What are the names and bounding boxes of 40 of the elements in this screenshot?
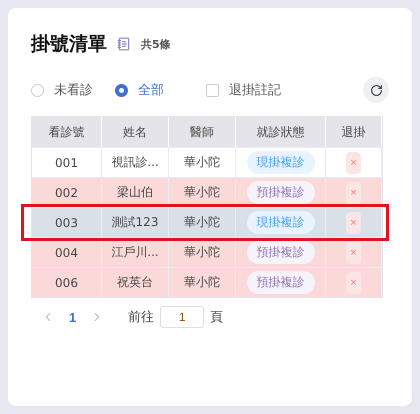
- notebook-icon: [117, 37, 131, 51]
- table-cell: 003: [32, 207, 102, 237]
- radio-icon: [31, 84, 44, 96]
- page-input[interactable]: 1: [160, 306, 204, 328]
- refresh-button[interactable]: [363, 77, 389, 103]
- column-header: 醫師: [169, 117, 236, 147]
- table-cell: 華小陀: [169, 267, 236, 297]
- status-tag: 預掛複診: [246, 181, 314, 204]
- table-cell: 006: [32, 267, 102, 297]
- status-tag: 預掛複診: [246, 241, 314, 264]
- page-suffix: 頁: [210, 309, 224, 326]
- table-cell: 002: [32, 177, 102, 207]
- radio-icon: [115, 84, 128, 96]
- cancel-note-checkbox[interactable]: 退掛註記: [206, 81, 281, 99]
- table-cell: 華小陀: [169, 237, 236, 267]
- status-tag: 預掛複診: [246, 271, 314, 294]
- table-cell: 華小陀: [169, 147, 236, 177]
- column-header: 看診號: [32, 117, 102, 147]
- column-header: 姓名: [102, 117, 169, 147]
- table-cell: 視訊診...: [102, 147, 169, 177]
- table-cell: 004: [32, 237, 102, 267]
- table-cell: 001: [32, 147, 102, 177]
- record-count: 共5條: [141, 36, 171, 52]
- table-cell: 華小陀: [169, 177, 236, 207]
- filter-radio[interactable]: 全部: [115, 81, 164, 99]
- table-cell: 江戶川...: [102, 237, 169, 267]
- refresh-icon: [370, 84, 382, 96]
- table-cell: 華小陀: [169, 207, 236, 237]
- table-cell: 測試123: [102, 207, 169, 237]
- filter-radio[interactable]: 未看診: [31, 81, 93, 99]
- column-header: 退掛: [326, 117, 382, 147]
- table-cell: 祝英台: [102, 267, 169, 297]
- table-cell: 梁山伯: [102, 177, 169, 207]
- page-title: 掛號清單: [31, 32, 107, 57]
- status-tag: 現掛複診: [246, 151, 314, 174]
- status-tag: 現掛複診: [246, 211, 314, 234]
- page-number[interactable]: 1: [55, 310, 90, 324]
- goto-label: 前往: [128, 309, 154, 326]
- column-header: 就診狀態: [236, 117, 326, 147]
- checkbox-icon: [206, 84, 219, 96]
